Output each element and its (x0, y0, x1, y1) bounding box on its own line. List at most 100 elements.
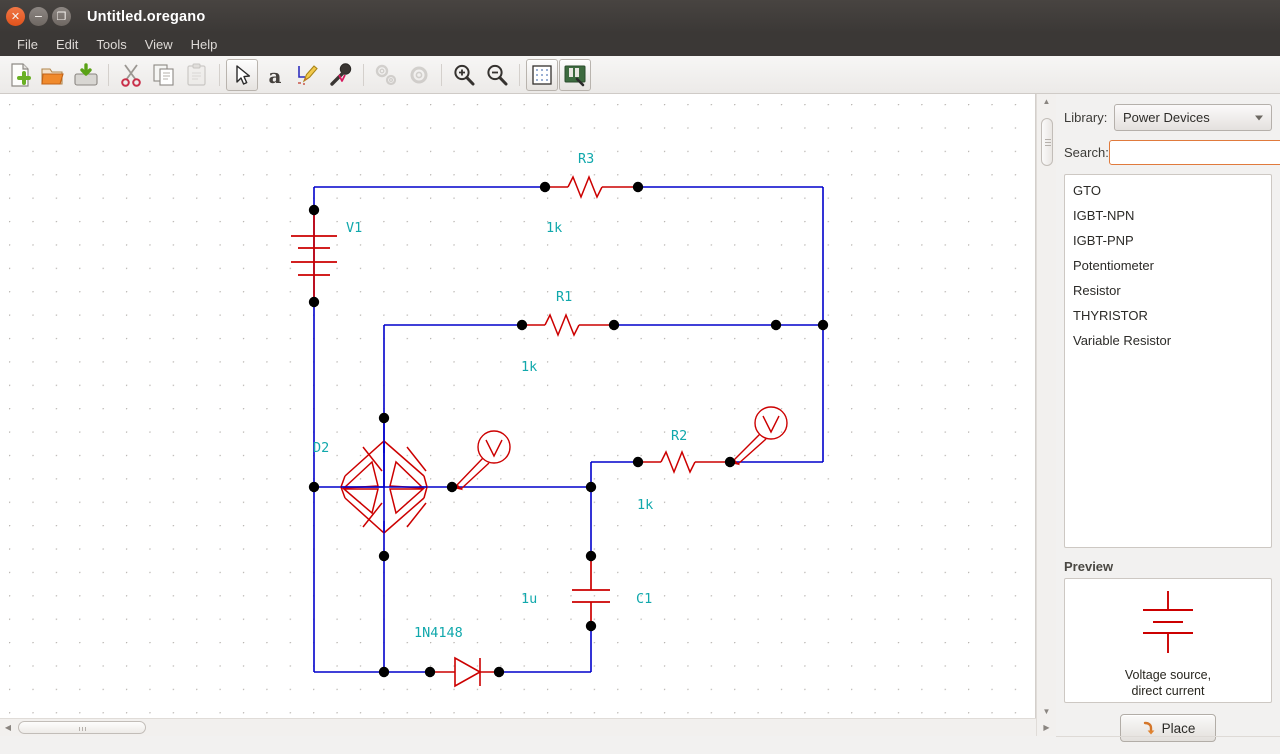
chevron-up-icon[interactable]: ▲ (1038, 94, 1056, 108)
node (378, 412, 390, 424)
preview-label: Preview (1064, 559, 1114, 574)
title-bar: ✕ − ❐ Untitled.oregano (0, 0, 1280, 33)
list-item[interactable]: THYRISTOR (1065, 303, 1271, 328)
close-icon[interactable]: ✕ (6, 7, 25, 26)
paste-button (181, 59, 213, 91)
node (378, 666, 390, 678)
zoom-out-button[interactable] (481, 59, 513, 91)
voltmeter-tool-button[interactable] (325, 59, 357, 91)
node (585, 481, 597, 493)
label-R3: R3 (578, 151, 594, 167)
list-item[interactable]: Variable Resistor (1065, 328, 1271, 353)
node (632, 181, 644, 193)
toggle-grid-button[interactable] (526, 58, 558, 91)
list-item[interactable]: Resistor (1065, 278, 1271, 303)
node (632, 456, 644, 468)
node (378, 550, 390, 562)
parts-browser-button[interactable] (559, 58, 591, 91)
menu-item-tools[interactable]: Tools (87, 35, 135, 54)
preview-caption-line2: direct current (1131, 684, 1205, 698)
label-R3-value: 1k (546, 220, 562, 236)
list-item[interactable]: Potentiometer (1065, 253, 1271, 278)
component-D1-diode[interactable] (430, 656, 499, 688)
label-D1-value: 1N4148 (414, 625, 463, 641)
component-R3-resistor[interactable] (545, 174, 638, 200)
select-tool-button[interactable] (226, 58, 258, 91)
label-R2-value: 1k (637, 497, 653, 513)
copy-button[interactable] (148, 59, 180, 91)
settings-button (403, 59, 435, 91)
label-C1-value: 1u (521, 591, 537, 607)
main-toolbar: a (0, 56, 1280, 94)
menu-item-help[interactable]: Help (182, 35, 227, 54)
window-controls: ✕ − ❐ (0, 7, 71, 26)
voltage-probe-icon (330, 62, 352, 86)
label-R1-value: 1k (521, 359, 537, 375)
minimize-icon[interactable]: − (29, 7, 48, 26)
search-input[interactable] (1108, 140, 1280, 165)
canvas-horizontal-scrollbar[interactable]: ◀ (0, 718, 1036, 736)
component-C1-capacitor[interactable] (572, 556, 610, 626)
maximize-icon[interactable]: ❐ (52, 7, 71, 26)
open-file-button[interactable] (37, 59, 69, 91)
list-item[interactable]: GTO (1065, 178, 1271, 203)
node (585, 550, 597, 562)
horizontal-scroll-right-arrow[interactable]: ▶ (1036, 718, 1056, 736)
search-row: Search: (1064, 140, 1280, 165)
new-document-icon (11, 62, 31, 87)
wire-pencil-icon (298, 64, 318, 85)
library-select-value: Power Devices (1123, 110, 1210, 125)
dc-voltage-source-symbol (1143, 591, 1193, 653)
node (308, 204, 320, 216)
schematic-canvas[interactable]: V1 R3 1k R1 1k D2 R2 1k C1 1u 1N4148 (0, 94, 1036, 718)
save-file-button[interactable] (70, 59, 102, 91)
toolbar-separator (363, 63, 364, 86)
search-label: Search: (1064, 145, 1109, 160)
cut-button[interactable] (115, 59, 147, 91)
simulation-settings-button (370, 59, 402, 91)
canvas-vertical-scrollbar[interactable]: ▲ ▼ (1036, 94, 1056, 718)
chevron-left-icon[interactable]: ◀ (0, 720, 16, 736)
probe-voltmeter-2[interactable] (726, 406, 788, 466)
probe-voltmeter-1[interactable] (449, 430, 511, 491)
vertical-scroll-thumb[interactable] (1040, 118, 1053, 166)
list-item[interactable]: IGBT-PNP (1065, 228, 1271, 253)
list-item[interactable]: IGBT-NPN (1065, 203, 1271, 228)
preview-caption: Voltage source, direct current (1125, 667, 1211, 699)
gears-icon (375, 64, 397, 85)
schematic-labels: V1 R3 1k R1 1k D2 R2 1k C1 1u 1N4148 (313, 151, 687, 641)
component-V1-battery[interactable] (291, 210, 337, 302)
window-title: Untitled.oregano (87, 8, 206, 25)
component-R2-resistor[interactable] (638, 449, 730, 475)
node (308, 296, 320, 308)
junction-node-group (308, 181, 829, 678)
menu-item-view[interactable]: View (136, 35, 182, 54)
scroll-grip (79, 727, 80, 731)
node (424, 666, 436, 678)
zoom-in-button[interactable] (448, 59, 480, 91)
horizontal-scroll-thumb[interactable] (18, 721, 146, 734)
circuit-schematic[interactable]: V1 R3 1k R1 1k D2 R2 1k C1 1u 1N4148 (0, 94, 1036, 718)
library-row: Library: Power Devices (1064, 104, 1272, 131)
menu-bar: File Edit Tools View Help (0, 33, 1280, 56)
text-tool-button[interactable]: a (259, 59, 291, 91)
vertical-scroll-track[interactable] (1040, 108, 1054, 704)
menu-item-file[interactable]: File (8, 35, 47, 54)
component-D2-diode-bridge[interactable] (340, 440, 428, 534)
component-R1-resistor[interactable] (522, 312, 614, 338)
chevron-right-icon: ▶ (1043, 722, 1050, 732)
wire-tool-button[interactable] (292, 59, 324, 91)
place-button-label: Place (1161, 720, 1196, 736)
library-label: Library: (1064, 110, 1108, 125)
chevron-down-icon (1255, 115, 1263, 120)
clipboard-icon (187, 63, 206, 86)
save-disk-icon (74, 62, 98, 86)
node (516, 319, 528, 331)
library-select[interactable]: Power Devices (1114, 104, 1272, 131)
new-file-button[interactable] (4, 59, 36, 91)
label-C1: C1 (636, 591, 652, 607)
parts-list[interactable]: GTO IGBT-NPN IGBT-PNP Potentiometer Resi… (1064, 174, 1272, 548)
label-R1: R1 (556, 289, 572, 305)
menu-item-edit[interactable]: Edit (47, 35, 87, 54)
chevron-down-icon[interactable]: ▼ (1038, 704, 1056, 718)
